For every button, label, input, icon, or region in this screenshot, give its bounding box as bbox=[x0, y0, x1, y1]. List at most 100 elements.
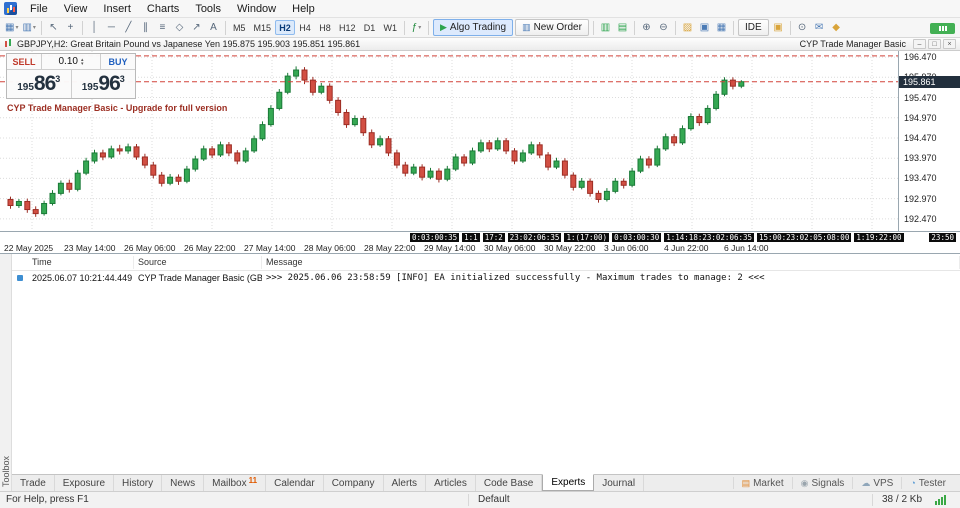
zoom-in-icon: ⊕ bbox=[642, 22, 651, 33]
log-source: CYP Trade Manager Basic (GBP... bbox=[138, 273, 262, 283]
text-button[interactable]: A bbox=[205, 19, 222, 36]
time-axis[interactable]: 0:03:00:35 1:1 17:2 23:02:06:35 1:(17:00) 0:0… bbox=[0, 231, 960, 253]
chart-plot[interactable]: SELL 0.10 ▴ ▾ BUY 195 86 3 195 96 3 CYP … bbox=[0, 51, 898, 231]
signals-button[interactable]: ◉ Signals bbox=[791, 477, 853, 489]
channel-button[interactable]: ∥ bbox=[137, 19, 154, 36]
new-chart-button[interactable]: ▦ ▾ bbox=[3, 19, 20, 36]
chat-button[interactable]: ✉ bbox=[811, 19, 828, 36]
zoom-in-button[interactable]: ⊕ bbox=[638, 19, 655, 36]
statusbar-profile[interactable]: Default bbox=[478, 494, 510, 505]
tab-label: Code Base bbox=[483, 477, 534, 489]
sell-button[interactable]: SELL bbox=[7, 54, 42, 69]
timeframe-d1-button[interactable]: D1 bbox=[359, 20, 379, 35]
tab-trade[interactable]: Trade bbox=[12, 475, 55, 491]
menu-charts[interactable]: Charts bbox=[139, 1, 187, 17]
log-column-time[interactable]: Time bbox=[28, 255, 134, 269]
chart-body: SELL 0.10 ▴ ▾ BUY 195 86 3 195 96 3 CYP … bbox=[0, 51, 960, 231]
toolbox-caption-strip[interactable]: Toolbox bbox=[0, 254, 12, 491]
sell-price-display[interactable]: 195 86 3 bbox=[7, 70, 71, 98]
price-axis[interactable]: 195.861 196.470195.970195.470194.970194.… bbox=[898, 51, 960, 231]
statusbar-traffic: 38 / 2 Kb bbox=[882, 494, 923, 505]
notifications-button[interactable]: ◆ bbox=[828, 19, 845, 36]
zoom-out-button[interactable]: ⊖ bbox=[655, 19, 672, 36]
vps-button[interactable]: ☁ VPS bbox=[852, 477, 901, 489]
toolbar-separator bbox=[633, 20, 635, 35]
crosshair-button[interactable]: + bbox=[62, 19, 79, 36]
shapes-button[interactable]: ◇ bbox=[171, 19, 188, 36]
tab-history[interactable]: History bbox=[114, 475, 163, 491]
tab-articles[interactable]: Articles bbox=[426, 475, 476, 491]
trendline-button[interactable]: ╱ bbox=[120, 19, 137, 36]
lot-size-stepper[interactable]: 0.10 ▴ ▾ bbox=[42, 54, 100, 69]
crosshair-icon: + bbox=[67, 22, 74, 33]
ide-button[interactable]: IDE bbox=[737, 19, 769, 36]
vertical-line-button[interactable]: │ bbox=[86, 19, 103, 36]
buy-button[interactable]: BUY bbox=[100, 54, 135, 69]
menu-view[interactable]: View bbox=[56, 1, 96, 17]
menu-help[interactable]: Help bbox=[284, 1, 323, 17]
tab-journal[interactable]: Journal bbox=[594, 475, 645, 491]
tile-windows-button[interactable]: ▦ bbox=[713, 19, 730, 36]
tab-news[interactable]: News bbox=[162, 475, 205, 491]
window-minimize-button[interactable]: – bbox=[913, 39, 926, 49]
lock-button[interactable]: ▣ bbox=[770, 19, 787, 36]
tab-exposure[interactable]: Exposure bbox=[55, 475, 115, 491]
tab-code-base[interactable]: Code Base bbox=[476, 475, 543, 491]
tester-button[interactable]: ◔ Tester bbox=[901, 477, 954, 489]
timeframe-h2-button[interactable]: H2 bbox=[274, 20, 295, 35]
fibonacci-button[interactable]: ≡ bbox=[154, 19, 171, 36]
market-button[interactable]: ▤ Market bbox=[732, 477, 792, 489]
tab-experts[interactable]: Experts bbox=[542, 474, 595, 491]
menu-insert[interactable]: Insert bbox=[95, 1, 139, 17]
tab-mailbox[interactable]: Mailbox 11 bbox=[204, 475, 267, 491]
algo-trading-button[interactable]: ▶ Algo Trading bbox=[432, 19, 514, 36]
tab-company[interactable]: Company bbox=[324, 475, 384, 491]
menu-window[interactable]: Window bbox=[229, 1, 284, 17]
timeframe-w1-button[interactable]: W1 bbox=[379, 20, 401, 35]
tab-calendar[interactable]: Calendar bbox=[266, 475, 324, 491]
timeframe-h12-button[interactable]: H12 bbox=[335, 20, 360, 35]
profiles-button[interactable]: ▥ ▾ bbox=[20, 19, 37, 36]
log-column-message[interactable]: Message bbox=[262, 255, 960, 269]
tab-label: Exposure bbox=[62, 477, 106, 489]
buy-price-display[interactable]: 195 96 3 bbox=[72, 70, 136, 98]
timeframe-h4-button[interactable]: H4 bbox=[295, 20, 315, 35]
axis-event-marker: 23:02:06:35 bbox=[507, 233, 562, 242]
buy-price-sup: 3 bbox=[119, 74, 125, 84]
horizontal-line-button[interactable]: ─ bbox=[103, 19, 120, 36]
log-column-source[interactable]: Source bbox=[134, 255, 262, 269]
price-axis-tick: 193.970 bbox=[904, 153, 937, 164]
timeframe-m15-button[interactable]: M15 bbox=[249, 20, 275, 35]
cascade-windows-button[interactable]: ▣ bbox=[696, 19, 713, 36]
indicators-button[interactable]: ƒ ▾ bbox=[408, 19, 425, 36]
chart-titlebar[interactable]: GBPJPY,H2: Great Britain Pound vs Japane… bbox=[0, 38, 960, 51]
search-icon: ⊙ bbox=[797, 22, 807, 33]
tab-label: Mailbox bbox=[212, 477, 247, 489]
statusbar-separator bbox=[468, 494, 469, 506]
timeframe-m5-button[interactable]: M5 bbox=[229, 20, 250, 35]
horizontal-line-icon: ─ bbox=[107, 22, 115, 33]
new-chart-icon: ▦ bbox=[5, 22, 15, 33]
mt5-window: File View Insert Charts Tools Window Help ▦ ▾ ▥ ▾… bbox=[0, 0, 960, 508]
lot-stepper-arrows-icon[interactable]: ▴ ▾ bbox=[81, 57, 84, 66]
open-data-folder-button[interactable]: ▨ bbox=[679, 19, 696, 36]
log-empty-area bbox=[12, 285, 960, 474]
window-close-button[interactable]: × bbox=[943, 39, 956, 49]
cursor-button[interactable]: ↖ bbox=[45, 19, 62, 36]
arrows-icon: ↗ bbox=[192, 22, 201, 33]
search-button[interactable]: ⊙ bbox=[794, 19, 811, 36]
price-axis-tick: 193.470 bbox=[904, 173, 937, 184]
window-restore-button[interactable]: □ bbox=[928, 39, 941, 49]
menu-file[interactable]: File bbox=[22, 1, 56, 17]
log-header: Time Source Message bbox=[12, 254, 960, 271]
data-window-button[interactable]: ▤ bbox=[614, 19, 631, 36]
market-depth-button[interactable]: ▥ bbox=[597, 19, 614, 36]
axis-event-marker: 0:03:00:35 bbox=[410, 233, 460, 242]
menu-tools[interactable]: Tools bbox=[187, 1, 229, 17]
new-order-button[interactable]: ▥ New Order bbox=[515, 19, 589, 36]
arrows-button[interactable]: ↗ bbox=[188, 19, 205, 36]
timeframe-h8-button[interactable]: H8 bbox=[315, 20, 335, 35]
tab-alerts[interactable]: Alerts bbox=[384, 475, 427, 491]
cascade-windows-icon: ▣ bbox=[699, 22, 710, 33]
log-row[interactable]: 2025.06.07 10:21:44.449 CYP Trade Manager… bbox=[12, 271, 960, 285]
